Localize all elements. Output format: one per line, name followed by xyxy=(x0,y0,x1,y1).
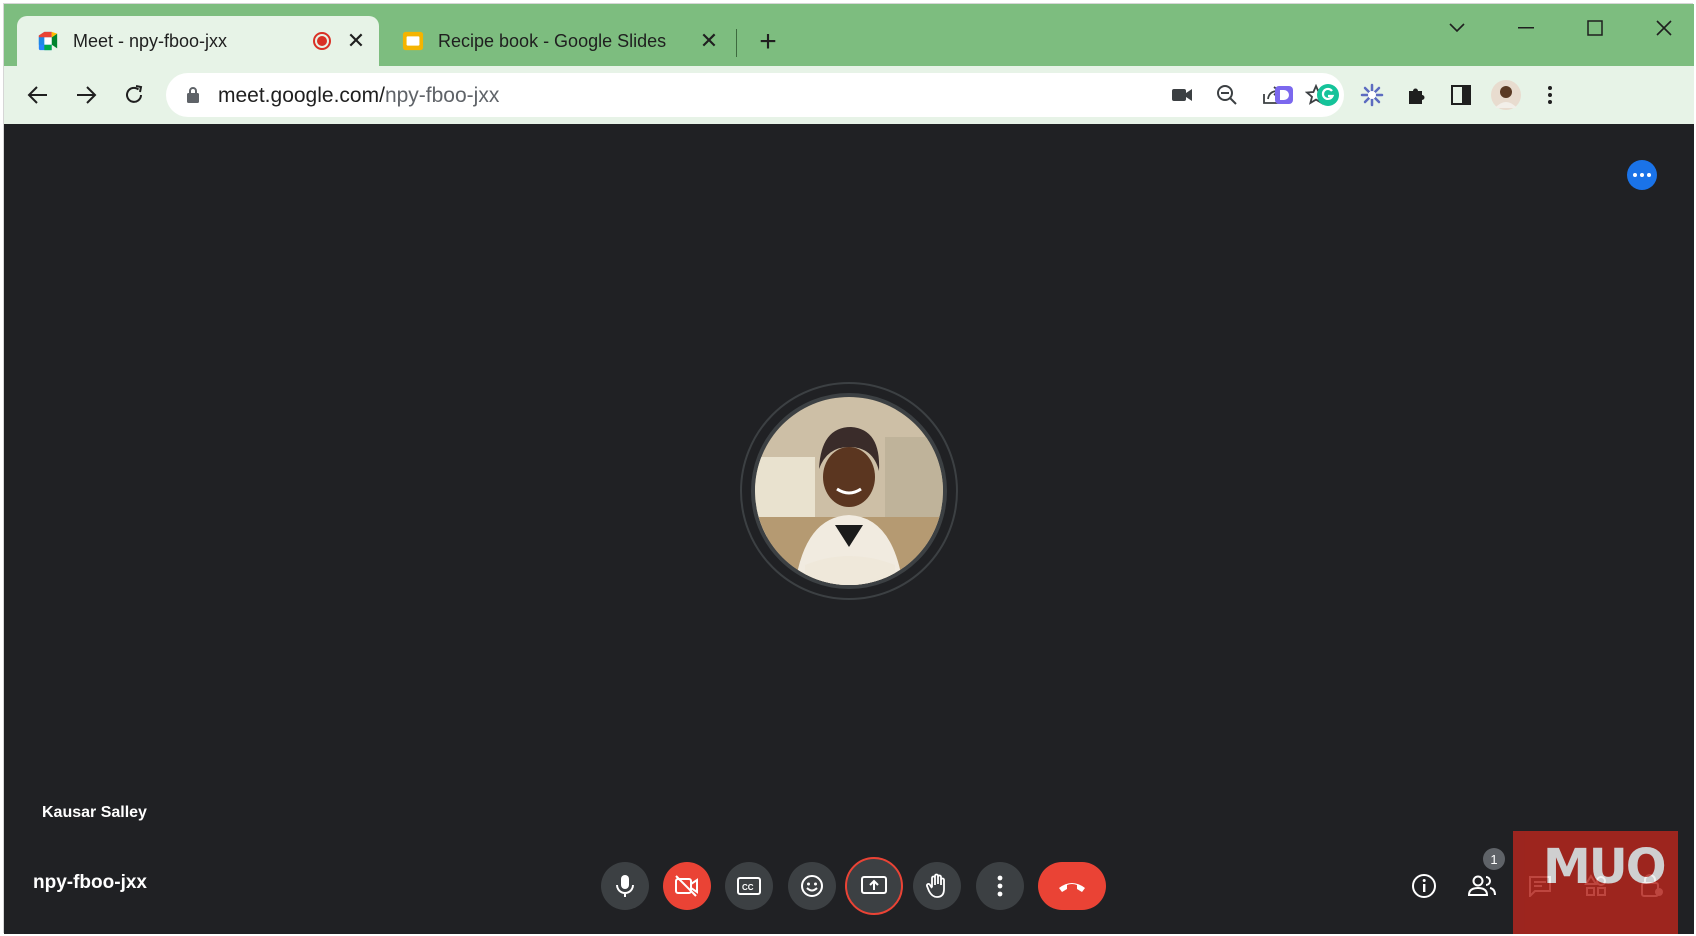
close-window-icon[interactable] xyxy=(1639,10,1689,46)
muo-watermark: MUO xyxy=(1513,831,1678,934)
browser-menu-icon[interactable] xyxy=(1534,79,1566,111)
present-screen-icon xyxy=(861,876,887,894)
microphone-icon xyxy=(616,875,634,897)
tab-title: Recipe book - Google Slides xyxy=(438,30,667,51)
meet-stage: Kausar Salley npy-fboo-jxx CC 1 MUO xyxy=(4,124,1694,934)
microphone-button[interactable] xyxy=(601,862,649,910)
more-info-icon[interactable] xyxy=(1627,160,1657,190)
captions-icon: CC xyxy=(737,877,761,895)
raise-hand-icon xyxy=(926,873,945,898)
url-text[interactable]: meet.google.com/npy-fboo-jxx xyxy=(218,84,499,108)
reactions-button[interactable] xyxy=(788,862,836,910)
extension-d-icon[interactable] xyxy=(1268,79,1300,111)
raise-hand-button[interactable] xyxy=(913,862,961,910)
browser-toolbar: meet.google.com/npy-fboo-jxx xyxy=(4,66,1694,124)
tab-strip: Meet - npy-fboo-jxx ✕ Recipe book - Goog… xyxy=(4,4,1694,66)
captions-button[interactable]: CC xyxy=(725,862,773,910)
extensions-puzzle-icon[interactable] xyxy=(1401,79,1433,111)
end-call-icon xyxy=(1059,883,1085,892)
present-screen-button[interactable] xyxy=(845,857,903,915)
recording-indicator-icon xyxy=(313,32,331,50)
people-count-badge: 1 xyxy=(1483,848,1505,870)
reload-icon[interactable] xyxy=(116,77,152,113)
leave-call-button[interactable] xyxy=(1038,862,1106,910)
more-vert-icon xyxy=(997,875,1003,897)
tab-slides[interactable]: Recipe book - Google Slides ✕ xyxy=(382,16,732,66)
camera-off-icon xyxy=(675,875,698,897)
people-icon xyxy=(1468,875,1496,896)
watermark-text: MUO xyxy=(1543,839,1667,895)
close-tab-icon[interactable]: ✕ xyxy=(345,28,367,53)
participant-name: Kausar Salley xyxy=(42,804,147,821)
side-panel-icon[interactable] xyxy=(1445,79,1477,111)
snowflake-extension-icon[interactable] xyxy=(1356,79,1388,111)
profile-avatar[interactable] xyxy=(1490,79,1522,111)
new-tab-button[interactable]: + xyxy=(752,25,784,58)
tab-separator xyxy=(736,29,737,57)
emoji-icon xyxy=(801,875,823,897)
url-host: meet.google.com/ xyxy=(218,84,385,107)
meeting-code: npy-fboo-jxx xyxy=(33,872,147,893)
back-icon[interactable] xyxy=(20,77,56,113)
minimize-icon[interactable] xyxy=(1501,10,1551,46)
camera-in-use-icon[interactable] xyxy=(1168,81,1196,109)
participant-avatar xyxy=(751,393,947,589)
tab-meet[interactable]: Meet - npy-fboo-jxx ✕ xyxy=(17,16,379,66)
people-button[interactable] xyxy=(1458,862,1506,910)
camera-off-button[interactable] xyxy=(663,862,711,910)
zoom-out-icon[interactable] xyxy=(1213,81,1241,109)
tab-search-icon[interactable] xyxy=(1432,10,1482,46)
svg-text:CC: CC xyxy=(742,883,754,892)
close-tab-icon[interactable]: ✕ xyxy=(698,28,720,53)
meeting-details-button[interactable] xyxy=(1400,862,1448,910)
maximize-icon[interactable] xyxy=(1570,10,1620,46)
forward-icon[interactable] xyxy=(68,77,104,113)
lock-icon[interactable] xyxy=(186,86,200,104)
google-meet-icon xyxy=(38,31,58,51)
browser-window: Meet - npy-fboo-jxx ✕ Recipe book - Goog… xyxy=(3,3,1694,934)
info-icon xyxy=(1412,874,1436,898)
tab-title: Meet - npy-fboo-jxx xyxy=(73,30,228,51)
more-options-button[interactable] xyxy=(976,862,1024,910)
address-bar[interactable]: meet.google.com/npy-fboo-jxx xyxy=(166,73,1344,117)
google-slides-icon xyxy=(402,31,424,51)
url-path: npy-fboo-jxx xyxy=(384,84,500,107)
participant-tile xyxy=(740,382,958,600)
grammarly-icon[interactable] xyxy=(1312,79,1344,111)
